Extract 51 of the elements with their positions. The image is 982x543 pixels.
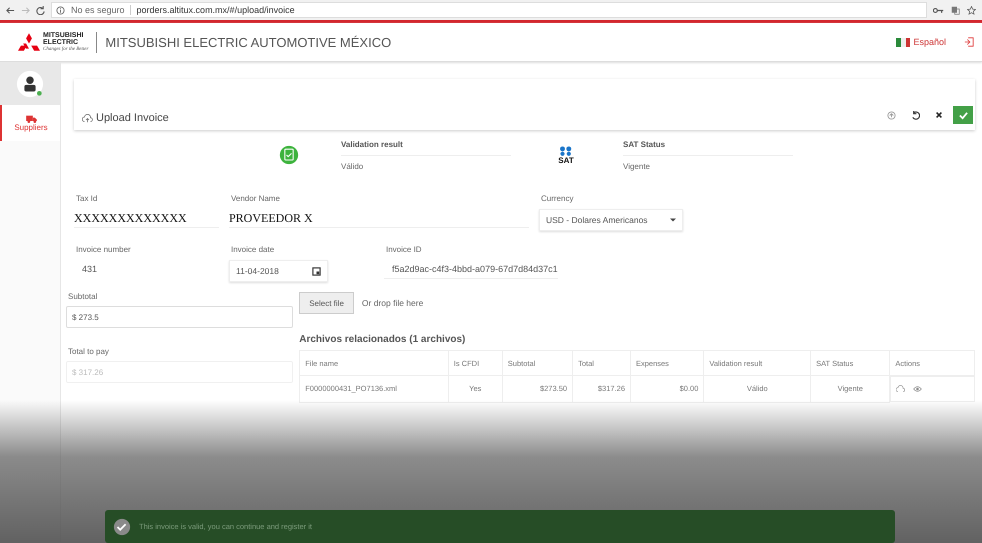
language-link[interactable]: Español [896,37,946,47]
files-title: Archivos relacionados (1 archivos) [299,334,466,345]
drop-hint: Or drop file here [362,298,424,308]
validation-value: Válido [341,160,364,170]
valid-document-icon [279,145,299,165]
user-avatar-icon[interactable] [16,70,44,98]
field-label: Total to pay [67,347,110,356]
company-title: MITSUBISHI ELECTRIC AUTOMOTIVE MÉXICO [105,34,392,50]
field-label: Invoice ID [385,245,423,254]
sat-status-value: Vigente [623,160,651,170]
cloud-icon[interactable] [896,385,906,393]
vendor-name-field[interactable]: PROVEEDOR X [229,209,529,228]
eye-icon[interactable] [913,385,922,393]
field-label: Currency [540,194,574,203]
translate-icon[interactable] [950,6,961,14]
currency-dropdown[interactable]: USD - Dolares Americanos [539,209,683,231]
logout-icon[interactable] [964,37,974,47]
diamonds-logo-icon [18,33,40,51]
invoice-date-field[interactable]: 11-04-2018 [229,260,328,282]
select-file-button[interactable]: Select file [299,292,354,314]
invoice-id-field[interactable]: f5a2d9ac-c4f3-4bbd-a079-67d7d84d37c1 [384,260,558,279]
field-label: Subtotal [67,292,98,301]
field-label: Invoice number [75,245,132,254]
cloud-upload-icon [82,114,93,122]
upload-icon [886,110,896,120]
sat-logo: SAT [551,146,581,164]
field-label: Vendor Name [230,194,281,203]
panel-title: Upload Invoice [82,112,169,124]
caret-icon [670,218,676,222]
undo-icon [910,110,920,120]
tax-id-field[interactable]: XXXXXXXXXXXXX [74,209,219,228]
calendar-icon [312,266,321,276]
truck-icon [26,114,36,122]
sat-status-label: SAT Status [623,140,793,156]
security-label: No es seguro [71,5,131,15]
bookmark-star-icon[interactable] [967,6,976,14]
back-icon[interactable] [6,6,15,14]
key-icon[interactable] [933,6,944,14]
sidebar-item[interactable]: Suppliers [0,105,60,141]
field-label: Invoice date [230,245,276,254]
field-label: Tax Id [75,194,98,203]
validation-label: Validation result [341,140,511,156]
check-icon [958,110,968,120]
url-text: porders.altitux.com.mx/#/upload/invoice [136,5,295,15]
invoice-number-field[interactable]: 431 [74,260,229,278]
info-icon[interactable] [56,6,65,14]
reload-icon[interactable] [36,6,45,14]
close-icon [935,111,943,119]
address-bar[interactable]: No es seguro porders.altitux.com.mx/#/upload/invoice [51,2,927,18]
check-icon [113,518,131,536]
subtotal-field[interactable]: $ 273.5 [66,306,294,328]
